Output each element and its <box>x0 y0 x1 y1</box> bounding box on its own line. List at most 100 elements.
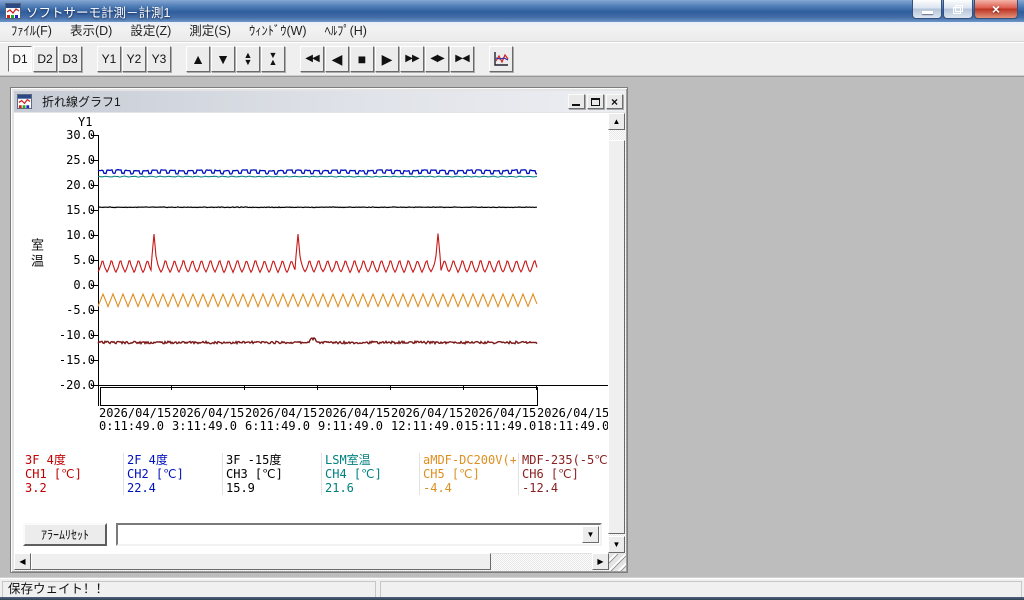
y-tick-label: 20.0 <box>47 178 95 192</box>
channel-value: 15.9 <box>226 481 319 495</box>
double-right-arrow-icon: ▶▶ <box>405 52 418 66</box>
x-tick-time: 0:11:49.0 <box>99 420 171 433</box>
graph-window-title: 折れ線グラフ1 <box>42 93 121 110</box>
menu-measure[interactable]: 測定(S) <box>180 22 240 41</box>
channel-value: 22.4 <box>127 481 220 495</box>
graph-client-area: Y1 室温 30.025.020.015.010.05.00.0-5.0-10.… <box>14 113 609 553</box>
menu-window[interactable]: ｳｨﾝﾄﾞｳ(W) <box>240 22 316 41</box>
close-icon: × <box>611 96 618 108</box>
stop-button[interactable]: ■ <box>350 46 374 72</box>
x-expand-button[interactable]: ◀▶ <box>425 46 449 72</box>
graph-settings-button[interactable] <box>489 46 513 72</box>
window-title: ソフトサーモ計測－計測1 <box>26 2 170 21</box>
alarm-combobox[interactable]: ▼ <box>116 523 602 546</box>
up-arrow-icon: ▲ <box>613 118 621 126</box>
x-tick-time: 12:11:49.0 <box>391 420 463 433</box>
vertical-scroll-thumb[interactable] <box>608 140 625 534</box>
restore-button[interactable] <box>943 0 973 19</box>
horizontal-scrollbar[interactable]: ◀ ▶ <box>14 554 609 571</box>
x-tick-mark <box>536 385 537 390</box>
status-message: 保存ウェイト！！ <box>8 582 108 596</box>
y-tick-label: 0.0 <box>47 278 95 292</box>
scroll-left-button[interactable]: ◀ <box>14 553 31 570</box>
minimize-button[interactable] <box>912 0 942 19</box>
channel-name: 2F 4度 <box>127 453 220 467</box>
menu-file[interactable]: ﾌｧｲﾙ(F) <box>2 22 61 41</box>
y-tick-label: 30.0 <box>47 128 95 142</box>
y2-button[interactable]: Y2 <box>122 46 146 72</box>
series-line-ch2 <box>98 170 537 175</box>
channel-unit: CH1 [℃] <box>25 467 122 481</box>
status-message-panel: 保存ウェイト！！ <box>2 581 376 598</box>
graph-close-button[interactable]: × <box>606 94 623 109</box>
minimize-icon <box>922 11 933 14</box>
scroll-up-button[interactable]: ▲ <box>608 113 625 130</box>
x-compress-button[interactable]: ▶◀ <box>450 46 474 72</box>
y-tick-label: 15.0 <box>47 203 95 217</box>
right-arrow-icon: ▶ <box>382 52 393 66</box>
x-tick-time: 6:11:49.0 <box>245 420 317 433</box>
graph-window-title-bar[interactable]: 折れ線グラフ1 × <box>14 91 626 112</box>
y-expand-button[interactable]: ▲▼ <box>236 46 260 72</box>
x-tick-label: 2026/04/156:11:49.0 <box>245 407 317 433</box>
scroll-down-button[interactable]: ▼ <box>608 536 625 553</box>
step-left-button[interactable]: ◀ <box>325 46 349 72</box>
d1-button[interactable]: D1 <box>8 46 32 72</box>
y-fit-button[interactable]: ▼▲ <box>261 46 285 72</box>
pan-up-button[interactable]: ▲ <box>186 46 210 72</box>
channel-name: aMDF-DC200V(+7 <box>423 453 516 467</box>
x-tick-label: 2026/04/1512:11:49.0 <box>391 407 463 433</box>
menu-view[interactable]: 表示(D) <box>61 22 121 41</box>
up-arrow-icon: ▲ <box>191 52 205 66</box>
vertical-scrollbar[interactable]: ▲ ▼ <box>609 113 626 553</box>
x-tick-mark <box>98 385 99 390</box>
x-tick-time: 3:11:49.0 <box>172 420 244 433</box>
legend-channel-6: MDF-235(-5℃)CH6 [℃]-12.4 <box>518 453 609 495</box>
pan-down-button[interactable]: ▼ <box>211 46 235 72</box>
channel-value: 21.6 <box>325 481 418 495</box>
menu-settings[interactable]: 設定(Z) <box>121 22 180 41</box>
channel-value: -12.4 <box>522 481 609 495</box>
alarm-reset-button[interactable]: ｱﾗｰﾑﾘｾｯﾄ <box>23 523 107 546</box>
hourglass-icon: ▲ <box>269 59 278 66</box>
channel-name: LSM室温 <box>325 453 418 467</box>
graph-minimize-button[interactable] <box>568 94 585 109</box>
horizontal-scroll-thumb[interactable] <box>31 553 491 570</box>
menu-help[interactable]: ﾍﾙﾌﾟ(H) <box>316 22 376 41</box>
y-tick-label: -5.0 <box>47 303 95 317</box>
resize-grip[interactable] <box>609 554 626 571</box>
channel-name: MDF-235(-5℃) <box>522 453 609 467</box>
channel-name: 3F -15度 <box>226 453 319 467</box>
channel-legend: 3F 4度CH1 [℃]3.22F 4度CH2 [℃]22.43F -15度CH… <box>14 453 609 497</box>
y-tick-label: -20.0 <box>47 378 95 392</box>
channel-unit: CH2 [℃] <box>127 467 220 481</box>
x-tick-label: 2026/04/1518:11:49.0 <box>537 407 609 433</box>
chevron-down-icon: ▼ <box>587 530 595 539</box>
x-tick-label: 2026/04/1515:11:49.0 <box>464 407 536 433</box>
dataset-group: D1D2D3 <box>8 46 83 72</box>
y-tick-label: -10.0 <box>47 328 95 342</box>
scroll-right-button[interactable]: ▶ <box>592 553 609 570</box>
d3-button[interactable]: D3 <box>58 46 82 72</box>
d2-button[interactable]: D2 <box>33 46 57 72</box>
y1-button[interactable]: Y1 <box>97 46 121 72</box>
graph-window-icon <box>17 94 32 109</box>
x-tick-mark <box>317 385 318 390</box>
series-line-ch4 <box>98 176 537 177</box>
maximize-icon <box>591 98 600 106</box>
legend-channel-5: aMDF-DC200V(+7CH5 [℃]-4.4 <box>419 453 516 495</box>
toolbar: D1D2D3Y1Y2Y3▲▼▲▼▼▲◀◀◀■▶▶▶◀▶▶◀ <box>0 42 1024 76</box>
x-tick-time: 15:11:49.0 <box>464 420 536 433</box>
graph-maximize-button[interactable] <box>587 94 604 109</box>
close-button[interactable]: × <box>974 0 1018 19</box>
fast-rewind-button[interactable]: ◀◀ <box>300 46 324 72</box>
fast-forward-button[interactable]: ▶▶ <box>400 46 424 72</box>
series-line-ch3 <box>98 207 537 208</box>
yaxis-group: Y1Y2Y3 <box>97 46 172 72</box>
x-tick-time: 9:11:49.0 <box>318 420 390 433</box>
y3-button[interactable]: Y3 <box>147 46 171 72</box>
status-secondary-panel <box>380 581 1022 598</box>
combobox-dropdown-button[interactable]: ▼ <box>582 526 599 543</box>
pan-vertical-group: ▲▼▲▼▼▲ <box>186 46 286 72</box>
step-right-button[interactable]: ▶ <box>375 46 399 72</box>
